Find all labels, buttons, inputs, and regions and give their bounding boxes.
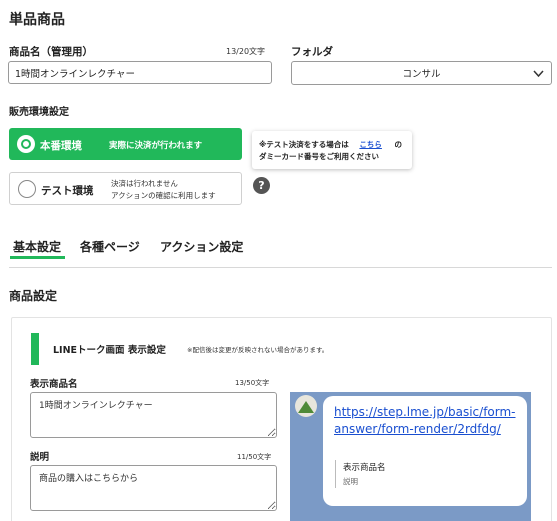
line-panel-note: ※配信後は変更が反映されない場合があります。 [187,346,329,354]
product-name-counter: 13/20文字 [226,47,266,56]
description-textarea[interactable]: 商品の購入はこちらから [30,465,277,511]
tab-divider [9,267,552,268]
test-desc-line2: アクションの確認に利用します [111,191,216,200]
display-name-label: 表示商品名 [30,379,78,390]
line-panel-title: LINEトーク画面 表示設定 [53,345,166,356]
production-label: 本番環境 [40,140,82,152]
product-name-label: 商品名（管理用） [9,46,93,58]
tab-active-indicator [10,256,65,259]
preview-description: 説明 [343,477,358,486]
radio-selected-icon [17,135,35,153]
sales-env-label: 販売環境設定 [9,107,69,118]
line-preview: https://step.lme.jp/basic/form- answer/f… [290,392,531,521]
avatar [295,395,317,417]
tooltip-line2: ダミーカード番号をご利用ください [259,152,379,161]
quote-bar [335,460,336,488]
radio-unselected-icon [18,180,36,198]
test-payment-tooltip: ※テスト決済をする場合は こちら の ダミーカード番号をご利用ください [252,131,412,169]
folder-label: フォルダ [291,46,333,58]
help-icon-glyph: ? [258,179,265,192]
tab-actions[interactable]: アクション設定 [160,238,243,255]
tooltip-text-pre: ※テスト決済をする場合は [259,140,349,149]
tooltip-text-post: の [394,140,403,149]
folder-select[interactable]: コンサル [291,61,552,85]
description-counter: 11/50文字 [237,453,272,461]
description-label: 説明 [30,452,50,463]
tooltip-link[interactable]: こちら [359,140,382,149]
message-bubble: https://step.lme.jp/basic/form- answer/f… [323,396,527,506]
page-title: 単品商品 [9,12,65,28]
tooltip-line1: ※テスト決済をする場合は こちら の [259,139,402,150]
test-desc-line1: 決済は行われません [111,179,178,188]
chevron-down-icon [533,70,544,78]
preview-url-line1[interactable]: https://step.lme.jp/basic/form- [334,405,516,419]
tab-basic[interactable]: 基本設定 [13,238,61,255]
display-name-counter: 13/50文字 [235,379,270,387]
production-desc: 実際に決済が行われます [109,141,203,151]
panel-accent-bar [31,333,39,365]
product-name-value: 1時間オンラインレクチャー [15,68,135,80]
section-title: 商品設定 [9,289,58,303]
tab-pages[interactable]: 各種ページ [80,238,140,255]
folder-selected-value: コンサル [402,69,441,80]
product-name-input[interactable]: 1時間オンラインレクチャー [8,61,272,84]
display-name-textarea[interactable]: 1時間オンラインレクチャー [30,392,277,438]
radio-production[interactable]: 本番環境 実際に決済が行われます [9,128,242,160]
help-icon[interactable]: ? [253,177,270,194]
preview-url-line2[interactable]: answer/form-render/2rdfdg/ [334,422,501,436]
radio-test[interactable]: テスト環境 決済は行われません アクションの確認に利用します [9,172,242,205]
test-label: テスト環境 [41,185,94,197]
preview-product-name: 表示商品名 [343,463,386,473]
mountain-icon [298,401,314,413]
